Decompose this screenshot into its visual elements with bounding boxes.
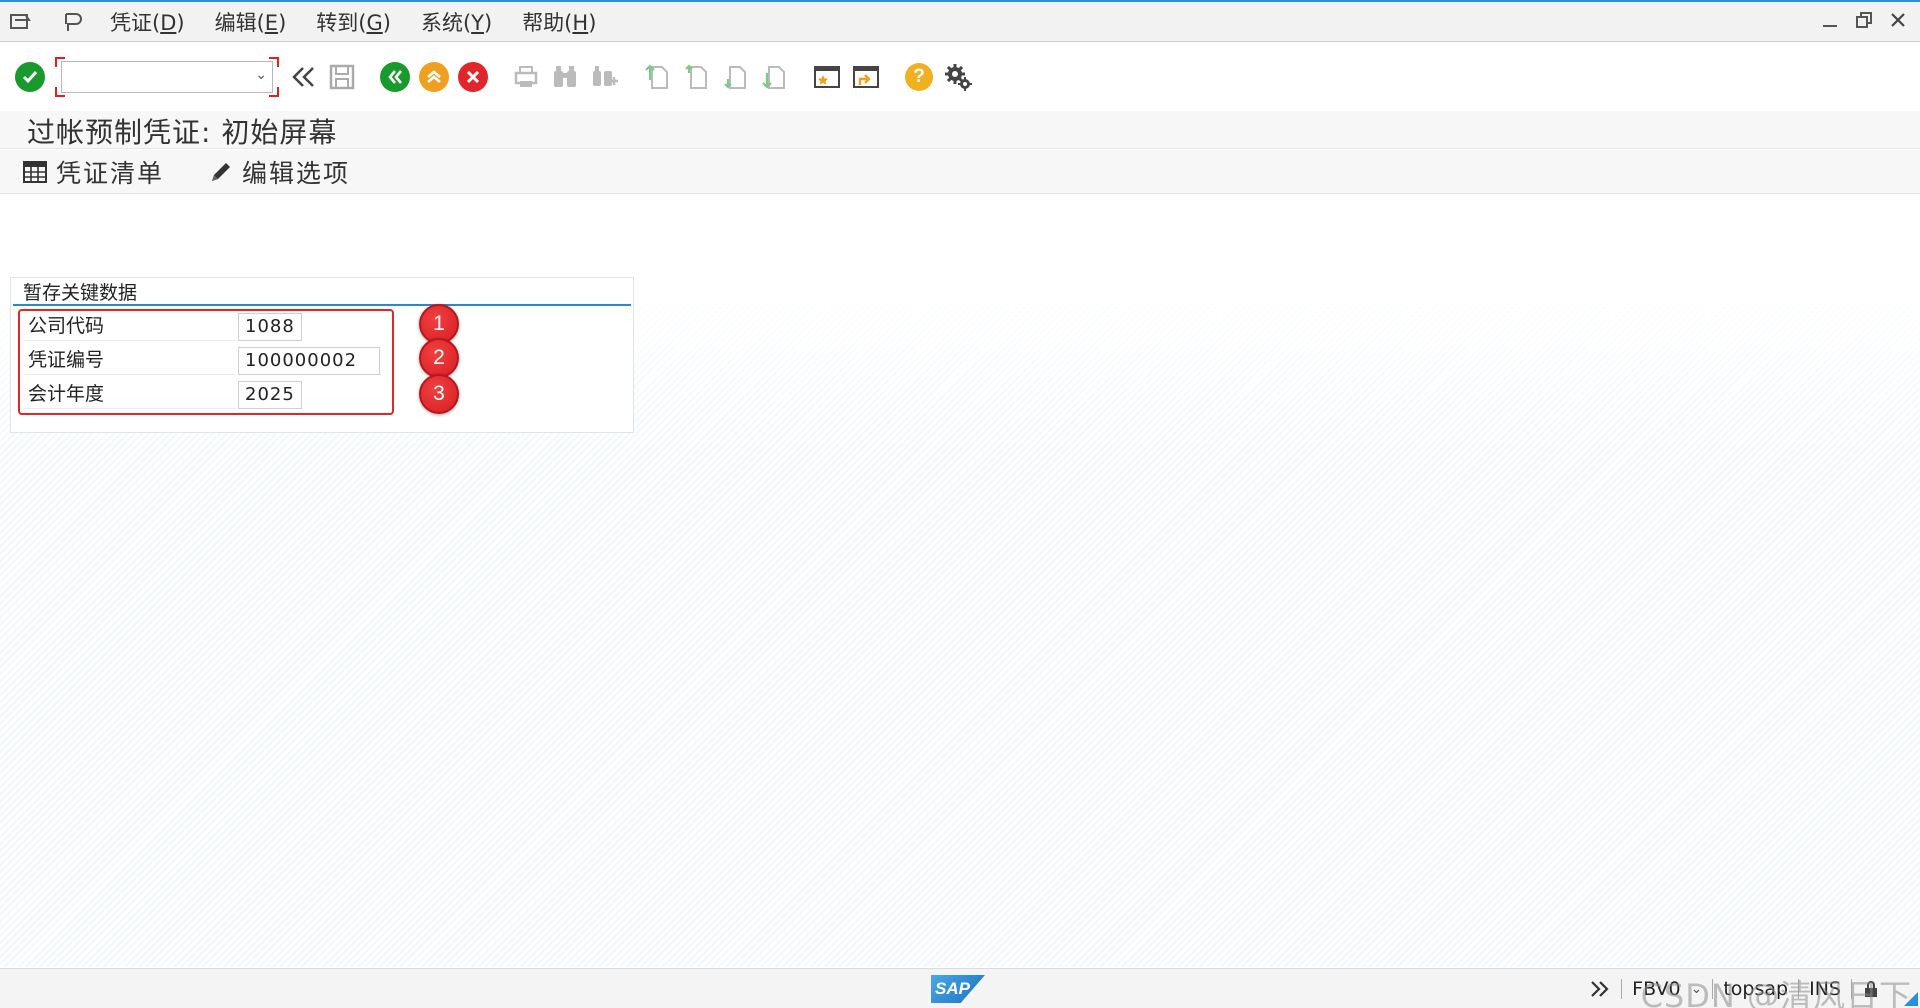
menu-bar: 凭证(D) 编辑(E) 转到(G) 系统(Y) 帮助(H)	[0, 2, 1920, 42]
exit-icon[interactable]	[416, 59, 452, 95]
help-icon[interactable]: ?	[901, 59, 937, 95]
document-list-button[interactable]: 凭证清单	[22, 154, 164, 190]
command-field[interactable]	[61, 61, 273, 93]
next-page-icon[interactable]	[717, 59, 753, 95]
page-title: 过帐预制凭证: 初始屏幕	[27, 116, 338, 149]
fiscal-year-field[interactable]: 2025	[238, 381, 302, 409]
menu-goto[interactable]: 转到(G)	[316, 7, 391, 37]
transaction-code[interactable]: FBV0 ⌄	[1632, 978, 1702, 1000]
fiscal-year-label: 会计年度	[24, 379, 236, 409]
print-icon[interactable]	[508, 59, 544, 95]
document-number-label: 凭证编号	[24, 345, 236, 375]
edit-options-button[interactable]: 编辑选项	[208, 154, 350, 190]
find-icon[interactable]	[547, 59, 583, 95]
menu-document[interactable]: 凭证(D)	[110, 7, 185, 37]
company-code-label: 公司代码	[24, 311, 236, 341]
status-bar: SAP FBV0 ⌄ topsap INS CSDN @清风日下	[0, 968, 1920, 1008]
key-data-group: 暂存关键数据 公司代码 1088 凭证编号 100000002 会计年度 202…	[10, 277, 634, 433]
group-title: 暂存关键数据	[23, 282, 138, 304]
menu-toggle-icon[interactable]	[8, 8, 36, 36]
document-number-row: 凭证编号 100000002	[24, 345, 384, 375]
shortcut-icon[interactable]	[848, 59, 884, 95]
lock-icon	[1862, 979, 1880, 999]
chevron-down-icon[interactable]: ⌄	[255, 67, 267, 83]
highlight-box: 公司代码 1088 凭证编号 100000002 会计年度 2025	[18, 309, 394, 415]
insert-mode[interactable]: INS	[1809, 978, 1841, 1000]
fiscal-year-row: 会计年度 2025	[24, 379, 384, 409]
menu-help[interactable]: 帮助(H)	[522, 7, 596, 37]
annotation-badge-3: 3	[419, 374, 459, 414]
minimize-icon[interactable]	[1818, 8, 1842, 32]
first-page-icon[interactable]	[639, 59, 675, 95]
last-page-icon[interactable]	[756, 59, 792, 95]
standard-toolbar: ⌄ ?	[0, 43, 1920, 111]
company-code-row: 公司代码 1088	[24, 311, 384, 341]
enter-icon[interactable]	[12, 59, 48, 95]
back-double-icon[interactable]	[285, 59, 321, 95]
application-toolbar: 凭证清单 编辑选项	[0, 150, 1920, 194]
save-icon[interactable]	[324, 59, 360, 95]
table-icon	[22, 159, 48, 185]
find-next-icon[interactable]	[586, 59, 622, 95]
restore-icon[interactable]	[1852, 8, 1876, 32]
document-number-field[interactable]: 100000002	[238, 347, 380, 375]
settings-icon[interactable]	[940, 59, 976, 95]
command-field-wrapper: ⌄	[55, 57, 279, 97]
close-icon[interactable]	[1886, 8, 1910, 32]
create-session-icon[interactable]	[809, 59, 845, 95]
resize-grip[interactable]	[1904, 992, 1918, 1006]
menu-edit[interactable]: 编辑(E)	[215, 7, 287, 37]
previous-page-icon[interactable]	[678, 59, 714, 95]
group-title-underline	[13, 304, 631, 306]
annotation-badge-2: 2	[419, 338, 459, 378]
sap-logo: SAP	[931, 975, 985, 1003]
cancel-icon[interactable]	[455, 59, 491, 95]
chevron-down-icon[interactable]: ⌄	[1691, 981, 1703, 997]
pencil-icon	[208, 159, 234, 185]
company-code-field[interactable]: 1088	[238, 313, 302, 341]
back-icon[interactable]	[377, 59, 413, 95]
menu-system[interactable]: 系统(Y)	[421, 7, 492, 37]
customize-layout-icon[interactable]	[58, 8, 86, 36]
server-name: topsap	[1723, 978, 1789, 1000]
expand-status-icon[interactable]	[1589, 979, 1611, 999]
title-bar: 过帐预制凭证: 初始屏幕	[0, 111, 1920, 149]
work-area: 暂存关键数据 公司代码 1088 凭证编号 100000002 会计年度 202…	[0, 195, 1920, 967]
